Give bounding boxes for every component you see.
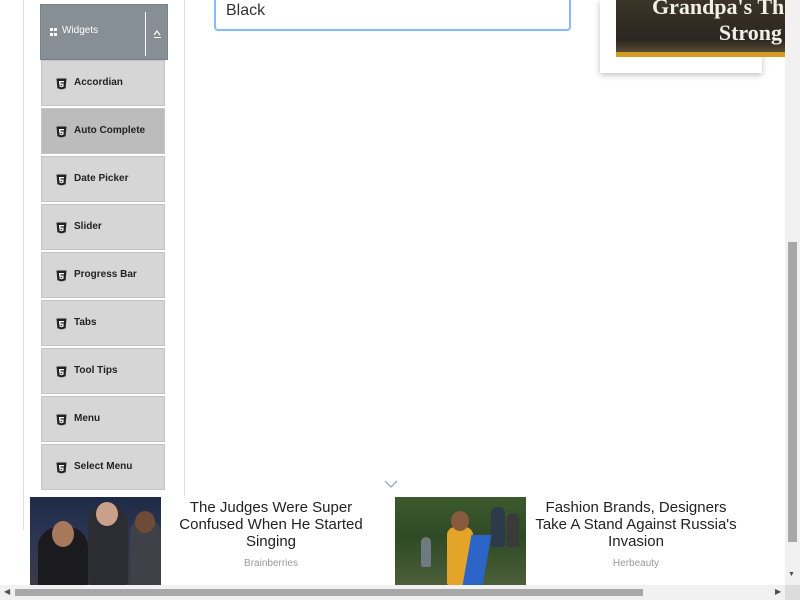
top-ad-headline: Grandpa's The Strong [651,0,794,45]
page: Widgets Accordian Auto Complete Date Pic… [0,0,800,600]
html5-icon [56,78,67,90]
ad-headline: Fashion Brands, Designers Take A Stand A… [535,499,737,550]
scroll-right-icon[interactable]: ▶ [775,587,781,596]
scroll-down-icon[interactable]: ▼ [788,571,795,578]
sidebar-item-label: Slider [74,221,102,232]
autocomplete-input[interactable]: Black [214,0,571,31]
horizontal-scrollbar[interactable]: ◀ ▶ [0,585,785,600]
sidebar-item-menu[interactable]: Menu [41,396,165,442]
ad-card-1[interactable]: The Judges Were Super Confused When He S… [30,496,392,585]
scrollbar-corner [785,585,800,600]
top-ad-image: Grandpa's The Strong [616,0,800,57]
sidebar-item-tool-tips[interactable]: Tool Tips [41,348,165,394]
sidebar-item-date-picker[interactable]: Date Picker [41,156,165,202]
sidebar-item-label: Select Menu [74,461,133,472]
html5-icon [56,222,67,234]
ad-source: Herbeauty [612,558,660,569]
chevron-down-icon[interactable] [384,479,398,489]
sidebar-item-auto-complete[interactable]: Auto Complete [41,108,165,154]
ad-photo [30,497,161,585]
scroll-left-icon[interactable]: ◀ [4,587,10,596]
horizontal-scroll-thumb[interactable] [15,589,643,596]
html5-icon [56,270,67,282]
ad-source: Brainberries [244,558,298,569]
sidebar-item-label: Menu [74,413,101,424]
top-ad-banner[interactable]: Grandpa's The Strong [600,0,800,73]
vertical-scrollbar[interactable]: ▼ [785,0,800,585]
sidebar-right-border [184,0,185,530]
sidebar-item-select-menu[interactable]: Select Menu [41,444,165,490]
ad-photo [395,497,526,585]
sidebar-item-label: Date Picker [74,173,129,184]
sidebar-item-label: Tool Tips [74,365,118,376]
widgets-group-header[interactable]: Widgets [40,4,168,60]
html5-icon [56,414,67,426]
sidebar-item-slider[interactable]: Slider [41,204,165,250]
html5-icon [56,366,67,378]
sidebar-item-label: Accordian [74,77,123,88]
ad-headline: The Judges Were Super Confused When He S… [179,499,363,550]
html5-icon [56,462,67,474]
sidebar-item-tabs[interactable]: Tabs [41,300,165,346]
sidebar-item-accordian[interactable]: Accordian [41,60,165,106]
vertical-scroll-thumb[interactable] [788,242,797,542]
bottom-ad-bar: The Judges Were Super Confused When He S… [30,496,757,585]
ad-card-2[interactable]: Fashion Brands, Designers Take A Stand A… [395,496,757,585]
sidebar-item-label: Progress Bar [74,269,137,280]
sidebar-item-label: Auto Complete [74,125,146,136]
widgets-group-title: Widgets [62,25,99,36]
content-left-border [23,0,24,530]
html5-icon [56,126,67,138]
autocomplete-value: Black [226,2,266,19]
html5-icon [56,174,67,186]
collapse-up-icon[interactable] [145,12,168,56]
sidebar-item-label: Tabs [74,317,97,328]
grid-icon [50,28,58,36]
sidebar-item-progress-bar[interactable]: Progress Bar [41,252,165,298]
html5-icon [56,318,67,330]
